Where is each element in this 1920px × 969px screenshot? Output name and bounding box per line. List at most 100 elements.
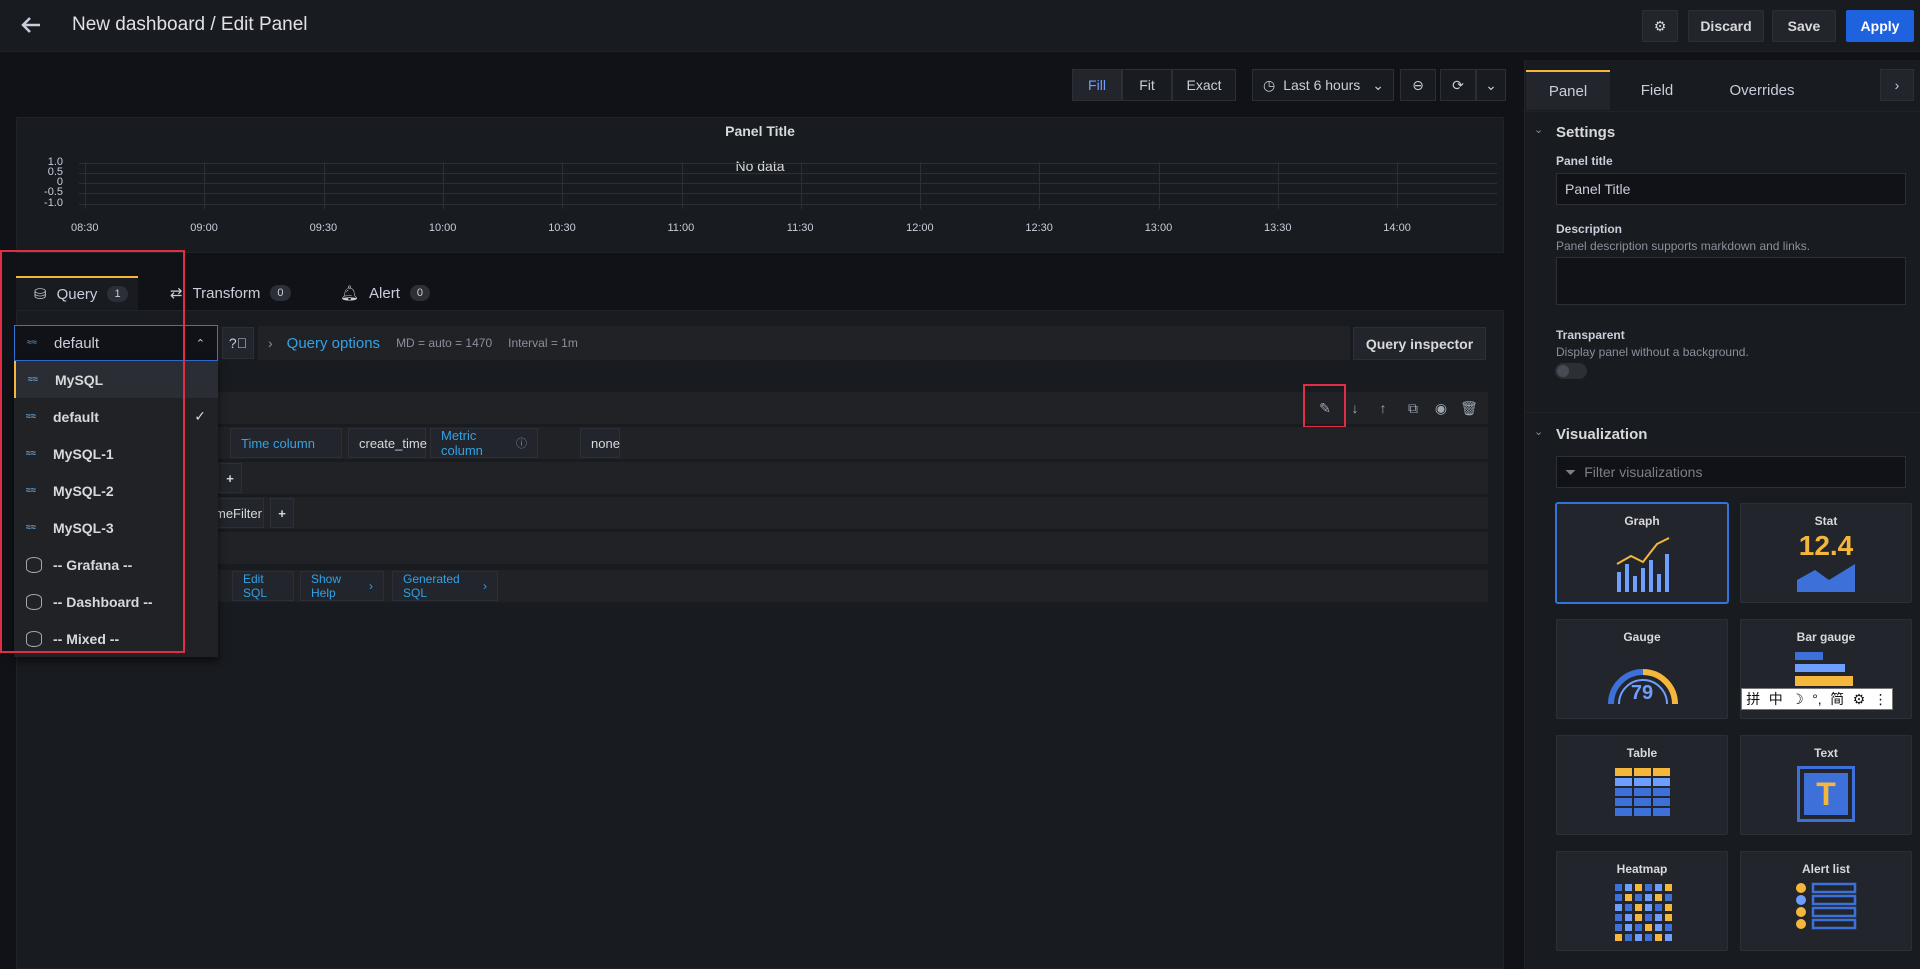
heatmap-cell xyxy=(1645,934,1652,941)
time-range-label: Last 6 hours xyxy=(1283,77,1361,93)
settings-gear-button[interactable]: ⚙ xyxy=(1642,10,1678,42)
x-tick: 10:30 xyxy=(548,222,576,234)
heatmap-cell xyxy=(1665,904,1672,911)
chevron-down-icon: ⌄ xyxy=(1372,76,1385,93)
visualization-section-title[interactable]: Visualization xyxy=(1556,426,1647,443)
refresh-button[interactable]: ⟳ xyxy=(1440,69,1476,101)
ime-button[interactable]: 简 xyxy=(1830,689,1844,709)
settings-section-title[interactable]: Settings xyxy=(1556,124,1615,141)
tab-transform[interactable]: ⇄ Transform 0 xyxy=(170,276,300,310)
copy-icon[interactable]: ⧉ xyxy=(1402,397,1424,419)
grid-line xyxy=(79,193,1497,194)
viz-name: Bar gauge xyxy=(1796,630,1856,644)
tab-alert[interactable]: 🔔︎ Alert 0 xyxy=(340,276,440,310)
exact-button[interactable]: Exact xyxy=(1172,69,1236,101)
viz-card-text[interactable]: Text T xyxy=(1740,735,1912,835)
heatmap-cell xyxy=(1645,894,1652,901)
show-help-button[interactable]: Show Help › xyxy=(300,571,384,601)
tab-panel[interactable]: Panel xyxy=(1526,70,1610,110)
bar-gauge-viz-icon xyxy=(1795,652,1853,686)
help-button[interactable]: ?⃝ xyxy=(222,327,254,359)
arrow-down-icon[interactable]: ↓ xyxy=(1344,397,1366,419)
viz-name: Graph xyxy=(1624,514,1660,528)
chevron-down-icon[interactable]: ⌄ xyxy=(1534,123,1543,136)
y-tick: -1.0 xyxy=(44,197,63,209)
description-textarea[interactable] xyxy=(1556,257,1906,305)
metric-column-text: Metric column xyxy=(441,428,483,458)
chevron-right-icon: › xyxy=(1894,77,1900,93)
heatmap-cell xyxy=(1665,924,1672,931)
tab-alert-label: Alert xyxy=(369,284,400,302)
ime-button[interactable]: ⚙ xyxy=(1853,691,1866,708)
page-title: New dashboard / Edit Panel xyxy=(72,14,308,35)
grid-line xyxy=(1039,162,1041,209)
generated-sql-button[interactable]: Generated SQL › xyxy=(392,571,498,601)
query-inspector-button[interactable]: Query inspector xyxy=(1353,327,1486,360)
ime-button[interactable]: °, xyxy=(1812,691,1822,707)
transparent-label: Transparent xyxy=(1556,328,1625,342)
filter-visualizations-input[interactable]: ⏷ Filter visualizations xyxy=(1556,456,1906,488)
info-icon: ⓘ xyxy=(516,438,527,450)
timefilter-macro[interactable]: meFilter xyxy=(214,498,264,528)
save-button[interactable]: Save xyxy=(1772,10,1836,42)
heatmap-cell xyxy=(1635,904,1642,911)
add-select-button[interactable]: + xyxy=(218,463,242,493)
ime-button[interactable]: 拼 xyxy=(1746,689,1760,709)
x-tick: 08:30 xyxy=(71,222,99,234)
heatmap-cell xyxy=(1655,914,1662,921)
panel-title-input[interactable]: Panel Title xyxy=(1556,173,1906,205)
ime-button[interactable]: ☽ xyxy=(1791,691,1804,708)
graph-viz-icon xyxy=(1616,537,1670,592)
viz-card-alert-list[interactable]: Alert list xyxy=(1740,851,1912,951)
ime-button[interactable]: 中 xyxy=(1769,689,1783,709)
heatmap-cell xyxy=(1625,934,1632,941)
heatmap-cell xyxy=(1665,884,1672,891)
edit-sql-button[interactable]: Edit SQL xyxy=(232,571,294,601)
filter-placeholder: Filter visualizations xyxy=(1584,464,1703,480)
viz-card-heatmap[interactable]: Heatmap xyxy=(1556,851,1728,951)
stat-value: 12.4 xyxy=(1798,530,1854,561)
text-viz-icon: T xyxy=(1797,766,1855,822)
x-tick: 12:00 xyxy=(906,222,934,234)
refresh-interval-dropdown[interactable]: ⌄ xyxy=(1476,69,1506,101)
ime-button[interactable]: ⋮ xyxy=(1874,691,1888,708)
query-row-select xyxy=(30,462,1488,494)
query-options-bar[interactable]: › Query options MD = auto = 1470 Interva… xyxy=(258,326,1350,360)
panel-preview: Panel Title No data 1.0 0.5 0 -0.5 -1.0 … xyxy=(16,117,1504,253)
generated-sql-label: Generated SQL xyxy=(403,572,460,600)
add-where-button[interactable]: + xyxy=(270,498,294,528)
viz-card-table[interactable]: Table xyxy=(1556,735,1728,835)
back-arrow-icon[interactable] xyxy=(18,12,48,40)
tab-overrides[interactable]: Overrides xyxy=(1702,70,1822,110)
collapse-pane-button[interactable]: › xyxy=(1880,69,1914,101)
viz-card-graph[interactable]: Graph xyxy=(1556,503,1728,603)
ime-toolbar[interactable]: 拼中 ☽ °, 简 ⚙ ⋮ xyxy=(1741,688,1893,710)
time-column-value[interactable]: create_time xyxy=(348,428,427,458)
grid-line xyxy=(800,162,802,209)
apply-button[interactable]: Apply xyxy=(1846,10,1914,42)
viz-name: Text xyxy=(1814,746,1838,760)
chevron-down-icon[interactable]: ⌄ xyxy=(1534,425,1543,438)
metric-column-value[interactable]: none xyxy=(580,428,620,458)
arrow-up-icon[interactable]: ↑ xyxy=(1372,397,1394,419)
discard-button[interactable]: Discard xyxy=(1688,10,1764,42)
chevron-up-icon: ⌃ xyxy=(195,337,205,350)
time-column-label: Time column xyxy=(230,428,342,458)
time-range-picker[interactable]: ◷ Last 6 hours ⌄ xyxy=(1252,69,1394,101)
tab-field[interactable]: Field xyxy=(1612,70,1702,110)
eye-icon[interactable]: ◉ xyxy=(1430,397,1452,419)
viz-card-stat[interactable]: Stat 12.4 xyxy=(1740,503,1912,603)
fill-button[interactable]: Fill xyxy=(1072,69,1122,101)
chevron-right-icon: › xyxy=(268,335,273,351)
x-tick: 13:30 xyxy=(1264,222,1292,234)
question-circle-icon: ?⃝ xyxy=(228,335,248,351)
pencil-icon[interactable]: ✎ xyxy=(1314,397,1336,419)
viz-name: Gauge xyxy=(1623,630,1661,644)
grid-line xyxy=(79,163,1497,164)
zoom-out-button[interactable]: ⊖ xyxy=(1400,69,1436,101)
viz-card-gauge[interactable]: Gauge 79 xyxy=(1556,619,1728,719)
fit-button[interactable]: Fit xyxy=(1122,69,1172,101)
trash-icon[interactable]: 🗑︎ xyxy=(1458,397,1480,419)
x-tick: 13:00 xyxy=(1144,222,1173,234)
transparent-hint: Display panel without a background. xyxy=(1556,345,1749,359)
